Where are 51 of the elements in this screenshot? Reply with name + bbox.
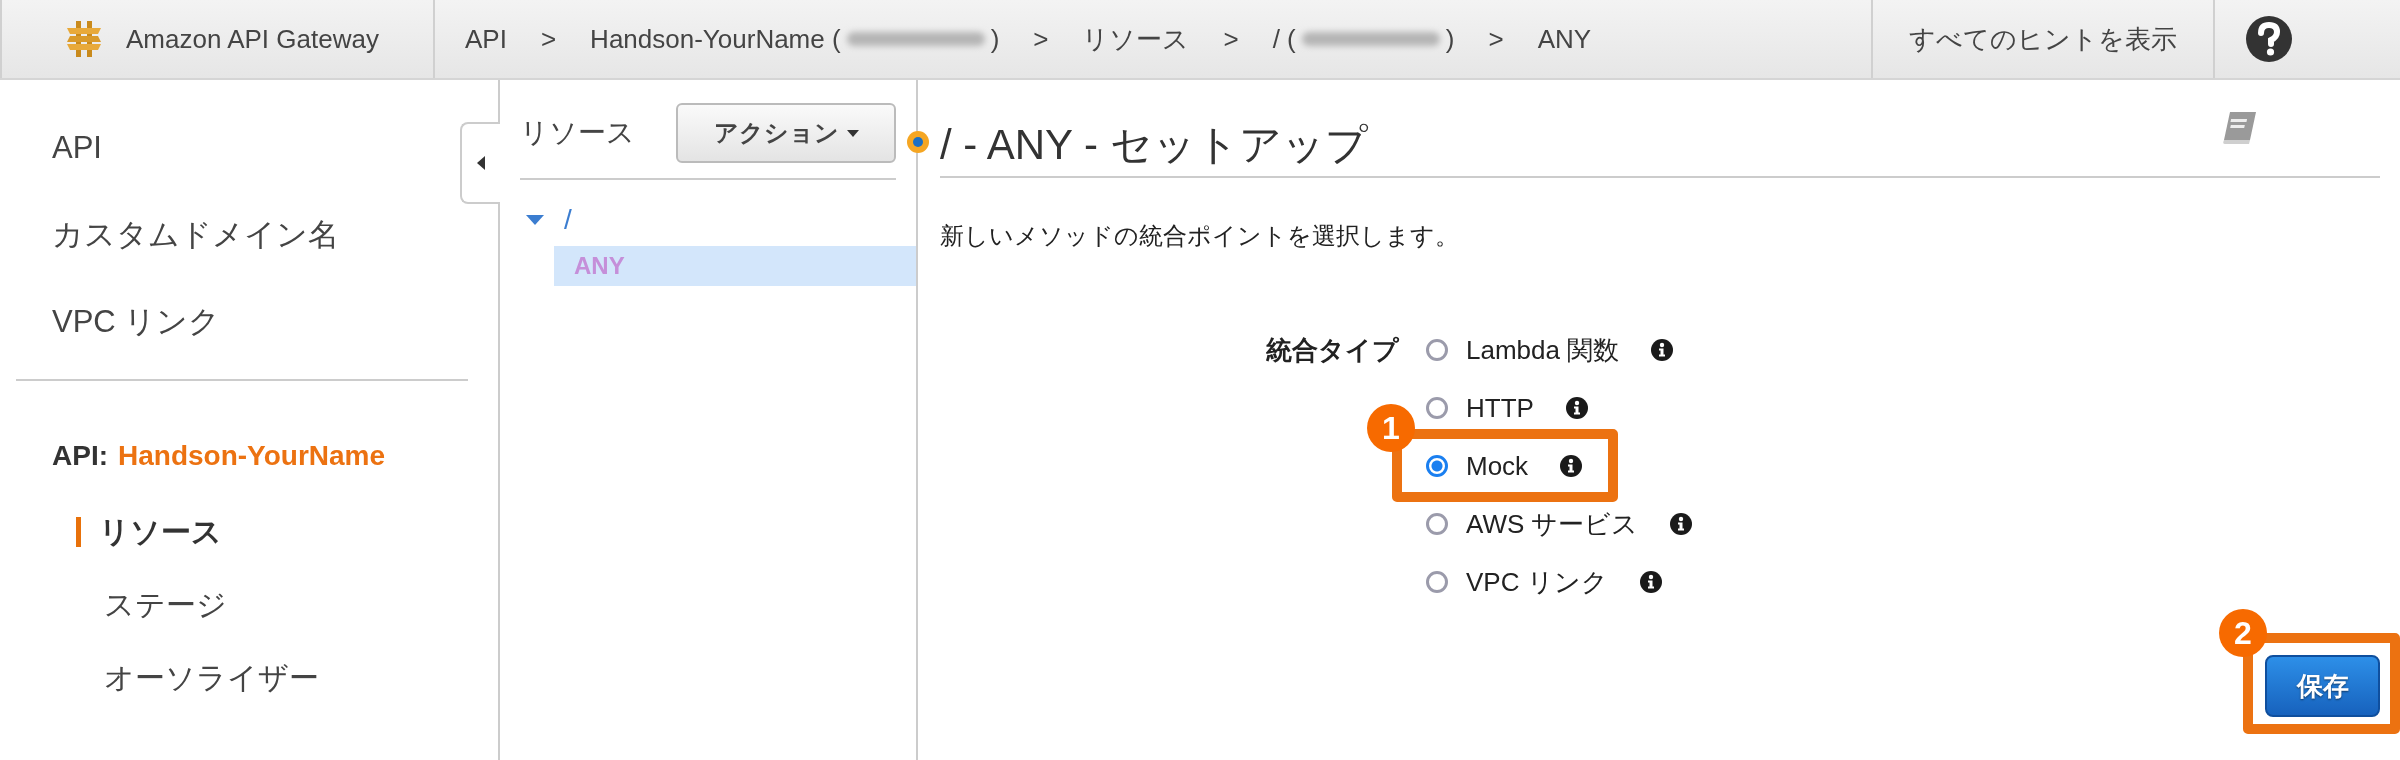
sidebar-subitem[interactable]: オーソライザー [76, 641, 498, 714]
form-label: 統合タイプ [1266, 334, 1400, 367]
sidebar-subitem[interactable]: ステージ [76, 568, 498, 641]
save-button[interactable]: 保存 [2265, 655, 2380, 717]
collapse-arrow-icon [476, 155, 486, 171]
sidebar-item[interactable]: API [52, 118, 102, 178]
logo-icon [64, 19, 104, 59]
tree-node[interactable]: / [520, 200, 896, 240]
breadcrumb-paren: ) [990, 23, 1000, 55]
breadcrumb-link[interactable]: / ( [1272, 23, 1296, 55]
description-text: 新しいメソッドの統合ポイントを選択します。 [940, 221, 1460, 251]
breadcrumb-link[interactable]: ANY [1537, 23, 1592, 55]
info-icon[interactable] [1639, 571, 1662, 593]
resources-heading: リソース [520, 116, 635, 150]
info-icon[interactable] [1560, 455, 1583, 477]
breadcrumb-separator: > [1033, 23, 1049, 55]
info-icon[interactable] [1651, 339, 1674, 361]
option-label[interactable]: Lambda 関数 [1466, 332, 1620, 368]
radio-button[interactable] [1426, 571, 1448, 593]
help-icon[interactable] [2245, 15, 2293, 63]
step-badge: 2 [2219, 609, 2267, 657]
page-title: / - ANY - セットアップ [940, 120, 1368, 170]
option-label[interactable]: VPC リンク [1466, 564, 1608, 600]
breadcrumb-separator: > [540, 23, 557, 55]
breadcrumb-separator: > [1223, 23, 1239, 55]
api-name: Handson-YourName [118, 440, 386, 471]
status-dot-icon [906, 130, 930, 154]
breadcrumb-link[interactable]: API [465, 23, 507, 55]
step-badge: 1 [1367, 404, 1415, 452]
option-label[interactable]: AWS サービス [1466, 506, 1639, 542]
info-icon[interactable] [1565, 397, 1588, 419]
sidebar-item[interactable]: カスタムドメイン名 [52, 205, 339, 265]
breadcrumb-separator: > [1488, 23, 1504, 55]
option-label[interactable]: Mock [1466, 450, 1529, 482]
radio-button[interactable] [1426, 397, 1448, 419]
breadcrumb-link[interactable]: リソース [1082, 21, 1190, 57]
show-hints-link[interactable]: すべてのヒントを表示 [1909, 21, 2177, 57]
radio-button[interactable] [1426, 455, 1448, 477]
actions-button[interactable]: アクション [676, 103, 896, 163]
sidebar-item[interactable]: VPC リンク [52, 292, 221, 352]
option-label[interactable]: HTTP [1466, 392, 1534, 424]
radio-button[interactable] [1426, 339, 1448, 361]
product-name: Amazon API Gateway [126, 23, 379, 55]
caret-icon [846, 129, 859, 137]
info-icon[interactable] [1670, 513, 1693, 535]
expand-arrow-icon [526, 215, 544, 225]
sidebar-subitem[interactable]: リソース [76, 517, 498, 547]
breadcrumb-paren: ) [1445, 23, 1455, 55]
breadcrumb-link[interactable]: Handson-YourName ( [590, 23, 841, 55]
api-label: API: [52, 440, 108, 471]
radio-button[interactable] [1426, 513, 1448, 535]
